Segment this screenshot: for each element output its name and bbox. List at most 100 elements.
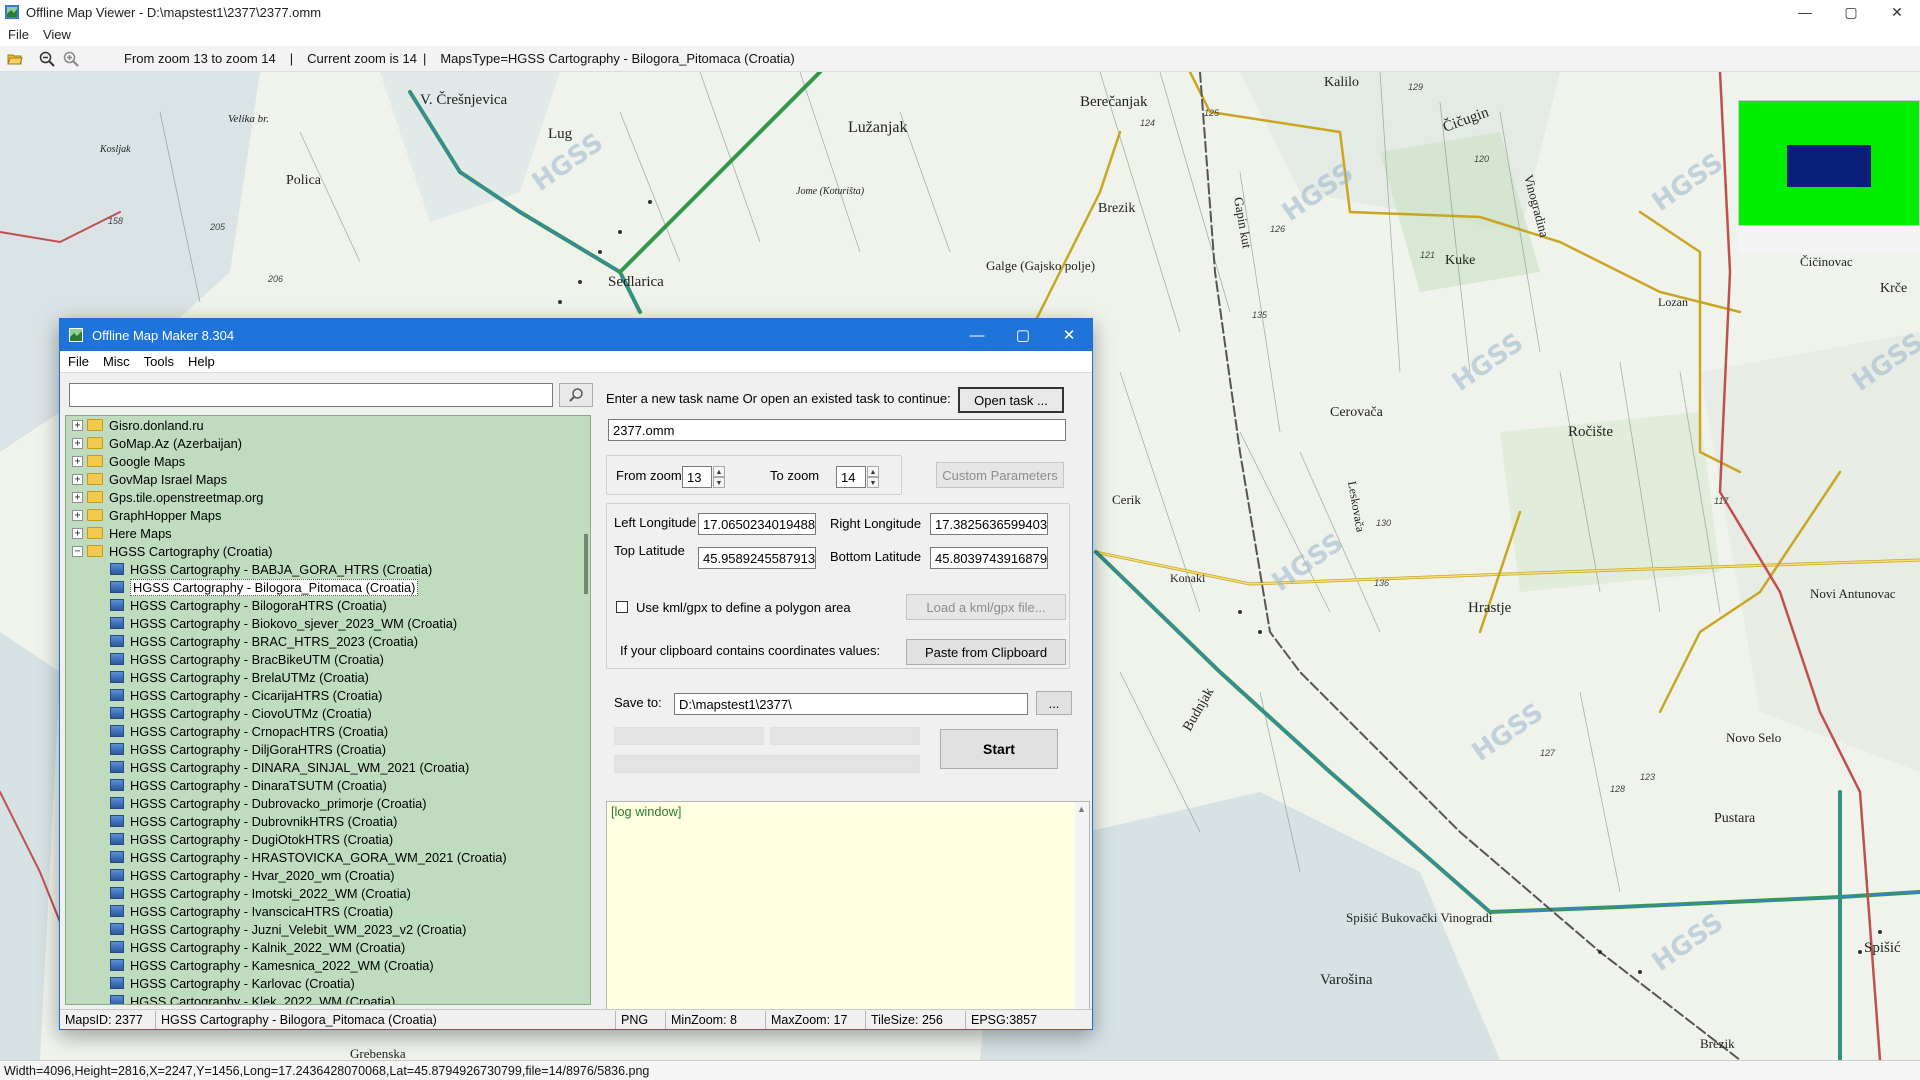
map-source-item[interactable]: HGSS Cartography - CrnopacHTRS (Croatia) (66, 722, 590, 740)
map-source-item[interactable]: HGSS Cartography - BABJA_GORA_HTRS (Croa… (66, 560, 590, 578)
dialog-close-button[interactable]: ✕ (1046, 319, 1092, 351)
map-source-item[interactable]: HGSS Cartography - HRASTOVICKA_GORA_WM_2… (66, 848, 590, 866)
map-source-item[interactable]: HGSS Cartography - Juzni_Velebit_WM_2023… (66, 920, 590, 938)
map-source-item[interactable]: HGSS Cartography - Kalnik_2022_WM (Croat… (66, 938, 590, 956)
map-source-tree[interactable]: + Gisro.donland.ru + GoMap.Az (Azerbaijan) +… (65, 415, 591, 1005)
from-zoom-input[interactable]: 13 (682, 466, 712, 488)
provider-folder-item[interactable]: + Gisro.donland.ru (66, 416, 590, 434)
map-source-item[interactable]: HGSS Cartography - Klek_2022_WM (Croatia… (66, 992, 590, 1004)
zoom-out-icon[interactable] (38, 50, 56, 68)
provider-folder-item[interactable]: + GraphHopper Maps (66, 506, 590, 524)
custom-parameters-button[interactable]: Custom Parameters (936, 462, 1064, 488)
map-source-item[interactable]: HGSS Cartography - Hvar_2020_wm (Croatia… (66, 866, 590, 884)
map-source-item[interactable]: HGSS Cartography - Imotski_2022_WM (Croa… (66, 884, 590, 902)
expand-icon[interactable]: + (72, 473, 83, 485)
overview-minimap[interactable] (1738, 100, 1920, 226)
expand-icon[interactable]: + (72, 455, 83, 467)
save-path-input[interactable]: D:\mapstest1\2377\ (674, 693, 1028, 715)
map-elevation: 130 (1376, 518, 1391, 528)
task-name-input[interactable]: 2377.omm (608, 419, 1066, 441)
tree-scrollbar[interactable] (584, 416, 590, 1004)
expand-icon[interactable]: + (72, 491, 83, 503)
to-zoom-spinner[interactable]: ▲ ▼ (867, 466, 879, 488)
menu-view[interactable]: View (43, 27, 71, 42)
map-label: Ročište (1568, 424, 1613, 440)
search-input[interactable] (69, 383, 553, 407)
tree-scrollbar-thumb[interactable] (584, 534, 588, 594)
scroll-up-icon[interactable]: ▲ (1077, 804, 1086, 814)
open-task-button[interactable]: Open task ... (958, 387, 1064, 413)
map-source-item[interactable]: HGSS Cartography - BracBikeUTM (Croatia) (66, 650, 590, 668)
map-source-item[interactable]: HGSS Cartography - DINARA_SINJAL_WM_2021… (66, 758, 590, 776)
expand-icon[interactable]: + (72, 419, 83, 431)
zoom-in-icon[interactable] (62, 50, 80, 68)
expand-icon[interactable]: + (72, 527, 83, 539)
dialog-maximize-button[interactable]: ▢ (1000, 319, 1046, 351)
search-button[interactable] (559, 383, 593, 407)
map-label: Novo Selo (1726, 730, 1781, 745)
log-window[interactable]: [log window] ▲ ▼ (606, 801, 1090, 1025)
map-source-item[interactable]: HGSS Cartography - BrelaUTMz (Croatia) (66, 668, 590, 686)
provider-folder-item[interactable]: + Gps.tile.openstreetmap.org (66, 488, 590, 506)
maximize-button[interactable]: ▢ (1828, 0, 1874, 24)
paste-clipboard-button[interactable]: Paste from Clipboard (906, 639, 1066, 665)
expand-icon[interactable]: + (72, 437, 83, 449)
bottom-latitude-input[interactable]: 45.8039743916879 (930, 547, 1048, 569)
provider-folder-item[interactable]: + Google Maps (66, 452, 590, 470)
overview-viewport[interactable] (1787, 145, 1871, 187)
dialog-menu-misc[interactable]: Misc (103, 354, 130, 369)
map-source-item[interactable]: HGSS Cartography - DubrovnikHTRS (Croati… (66, 812, 590, 830)
provider-folder-item[interactable]: − HGSS Cartography (Croatia) (66, 542, 590, 560)
map-source-item[interactable]: HGSS Cartography - Biokovo_sjever_2023_W… (66, 614, 590, 632)
map-source-item[interactable]: HGSS Cartography - DinaraTSUTM (Croatia) (66, 776, 590, 794)
to-zoom-input[interactable]: 14 (836, 466, 866, 488)
map-source-item[interactable]: HGSS Cartography - BilogoraHTRS (Croatia… (66, 596, 590, 614)
expand-icon[interactable]: + (72, 509, 83, 521)
map-icon (110, 815, 124, 827)
browse-button[interactable]: ... (1036, 691, 1072, 715)
tree-item-label: HGSS Cartography - Bilogora_Pitomaca (Cr… (130, 578, 419, 596)
collapse-icon[interactable]: − (72, 545, 83, 557)
map-icon (110, 941, 124, 953)
status-format: PNG (616, 1010, 666, 1029)
map-elevation: 126 (1270, 224, 1285, 234)
top-latitude-input[interactable]: 45.9589245587913 (698, 547, 816, 569)
provider-folder-item[interactable]: + GovMap Israel Maps (66, 470, 590, 488)
map-source-item[interactable]: HGSS Cartography - CiovoUTMz (Croatia) (66, 704, 590, 722)
from-zoom-spinner[interactable]: ▲ ▼ (713, 466, 725, 488)
map-source-item[interactable]: HGSS Cartography - DiljGoraHTRS (Croatia… (66, 740, 590, 758)
map-icon (110, 887, 124, 899)
right-longitude-input[interactable]: 17.3825636599403 (930, 513, 1048, 535)
log-scrollbar[interactable]: ▲ ▼ (1075, 802, 1089, 1024)
dialog-menu-file[interactable]: File (68, 354, 89, 369)
map-source-item[interactable]: HGSS Cartography - Kamesnica_2022_WM (Cr… (66, 956, 590, 974)
dialog-titlebar[interactable]: Offline Map Maker 8.304 — ▢ ✕ (60, 319, 1092, 351)
map-icon (110, 851, 124, 863)
close-button[interactable]: ✕ (1874, 0, 1920, 24)
dialog-minimize-button[interactable]: — (954, 319, 1000, 351)
provider-folder-item[interactable]: + GoMap.Az (Azerbaijan) (66, 434, 590, 452)
folder-icon (87, 527, 103, 539)
map-source-item[interactable]: HGSS Cartography - Dubrovacko_primorje (… (66, 794, 590, 812)
map-source-item[interactable]: HGSS Cartography - CicarijaHTRS (Croatia… (66, 686, 590, 704)
load-kml-button[interactable]: Load a kml/gpx file... (906, 594, 1066, 620)
clipboard-label: If your clipboard contains coordinates v… (620, 643, 881, 658)
left-longitude-input[interactable]: 17.0650234019488 (698, 513, 816, 535)
tree-item-label: HGSS Cartography - CicarijaHTRS (Croatia… (130, 687, 383, 703)
map-icon (110, 923, 124, 935)
menu-file[interactable]: File (8, 27, 29, 42)
map-source-item[interactable]: HGSS Cartography - IvanscicaHTRS (Croati… (66, 902, 590, 920)
map-source-item[interactable]: HGSS Cartography - BRAC_HTRS_2023 (Croat… (66, 632, 590, 650)
folder-open-icon[interactable] (6, 50, 24, 68)
start-button[interactable]: Start (940, 729, 1058, 769)
minimize-button[interactable]: — (1782, 0, 1828, 24)
provider-folder-item[interactable]: + Here Maps (66, 524, 590, 542)
map-source-item[interactable]: HGSS Cartography - Karlovac (Croatia) (66, 974, 590, 992)
map-label: Kosljak (99, 144, 131, 155)
tree-item-label: HGSS Cartography - DINARA_SINJAL_WM_2021… (130, 759, 470, 775)
kml-checkbox[interactable] (616, 601, 628, 613)
map-source-item[interactable]: HGSS Cartography - Bilogora_Pitomaca (Cr… (66, 578, 590, 596)
map-source-item[interactable]: HGSS Cartography - DugiOtokHTRS (Croatia… (66, 830, 590, 848)
dialog-menu-help[interactable]: Help (188, 354, 215, 369)
dialog-menu-tools[interactable]: Tools (144, 354, 174, 369)
